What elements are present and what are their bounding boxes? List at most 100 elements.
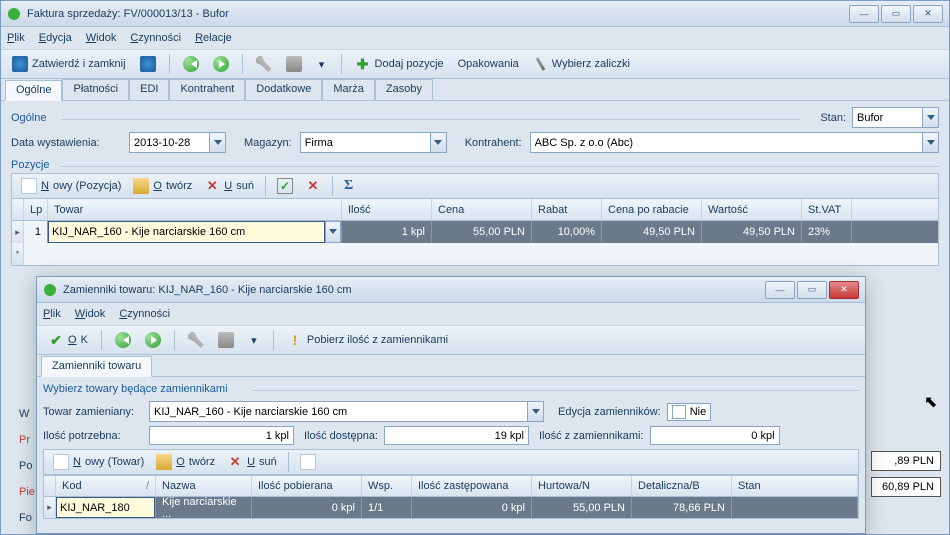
sub-minimize-button[interactable]: — <box>765 281 795 299</box>
warning-icon: ! <box>287 332 303 348</box>
menu-plik[interactable]: Plik <box>7 32 25 44</box>
zam-input[interactable] <box>650 426 780 445</box>
tools-button[interactable] <box>251 53 277 75</box>
col-wartosc[interactable]: Wartość <box>702 199 802 220</box>
new-position-button[interactable]: Nowy (Pozycja) <box>16 175 126 197</box>
save-button[interactable] <box>135 53 161 75</box>
menu-edycja[interactable]: Edycja <box>39 32 72 44</box>
advances-button[interactable]: Wybierz zaliczki <box>528 53 635 75</box>
tab-kontrahent[interactable]: Kontrahent <box>169 79 245 100</box>
sub-grid-row[interactable]: ▸ Kije narciarskie ... 0 kpl 1/1 0 kpl 5… <box>43 497 859 519</box>
date-button[interactable] <box>209 132 226 153</box>
sub-window: Zamienniki towaru: KIJ_NAR_160 - Kije na… <box>36 276 866 534</box>
tab-zasoby[interactable]: Zasoby <box>375 79 433 100</box>
col-rabat[interactable]: Rabat <box>532 199 602 220</box>
kod-cell-input[interactable] <box>56 497 155 518</box>
sub-delete-button[interactable]: ✕Usuń <box>222 451 282 473</box>
open-position-button[interactable]: Otwórz <box>128 175 197 197</box>
main-toolbar: Zatwierdź i zamknij ▾ ✚Dodaj pozycje Opa… <box>1 49 949 79</box>
wand-icon <box>535 57 545 71</box>
col-kod[interactable]: Kod/ <box>56 476 156 496</box>
col-stan[interactable]: Stan <box>732 476 858 496</box>
sum-button[interactable]: Σ <box>339 175 365 197</box>
kontrahent-label: Kontrahent: <box>465 137 522 149</box>
towar-cell-input[interactable] <box>48 221 325 243</box>
tab-platnosci[interactable]: Płatności <box>62 79 129 100</box>
add-position-button[interactable]: ✚Dodaj pozycje <box>350 53 449 75</box>
kontrahent-button[interactable] <box>922 132 939 153</box>
sub-section: Wybierz towary będące zamiennikami <box>43 381 859 397</box>
col-wsp[interactable]: Wsp. <box>362 476 412 496</box>
check-icon: ✓ <box>277 178 293 194</box>
col-towar[interactable]: Towar <box>48 199 342 220</box>
sub-new-button[interactable]: Nowy (Towar) <box>48 451 149 473</box>
forward-button[interactable] <box>208 53 234 75</box>
sub-menu-plik[interactable]: Plik <box>43 308 61 320</box>
towar-cell-button[interactable] <box>325 221 341 243</box>
sub-back-button[interactable] <box>110 329 136 351</box>
stan-combo-button[interactable] <box>922 107 939 128</box>
tab-dodatkowe[interactable]: Dodatkowe <box>245 79 322 100</box>
sub-open-button[interactable]: Otwórz <box>151 451 220 473</box>
col-ilosc[interactable]: Ilość <box>342 199 432 220</box>
sub-forward-button[interactable] <box>140 329 166 351</box>
sub-close-button[interactable]: ✕ <box>829 281 859 299</box>
col-nazwa[interactable]: Nazwa <box>156 476 252 496</box>
col-cena[interactable]: Cena <box>432 199 532 220</box>
sigma-icon: Σ <box>344 178 360 194</box>
main-panel: Ogólne Stan: Data wystawienia: Magazyn: … <box>1 101 949 272</box>
sub-print-dropdown[interactable]: ▾ <box>243 329 265 351</box>
col-vat[interactable]: St.VAT <box>802 199 852 220</box>
towar-zam-combo[interactable] <box>149 401 527 422</box>
menu-relacje[interactable]: Relacje <box>195 32 232 44</box>
delete-position-button[interactable]: ✕Usuń <box>199 175 259 197</box>
sub-menu-czynnosci[interactable]: Czynności <box>119 308 170 320</box>
side-labels: W Pr Po Pie Fo <box>19 401 35 531</box>
ok-button[interactable]: ✔OK <box>43 329 93 351</box>
position-row[interactable]: ▸ 1 1 kpl 55,00 PLN 10,00% 49,50 PLN 49,… <box>12 221 938 243</box>
col-ilosc-zast[interactable]: Ilość zastępowana <box>412 476 532 496</box>
close-button[interactable]: ✕ <box>913 5 943 23</box>
magazyn-label: Magazyn: <box>244 137 292 149</box>
sub-window-title: Zamienniki towaru: KIJ_NAR_160 - Kije na… <box>63 284 765 296</box>
menu-czynnosci[interactable]: Czynności <box>130 32 181 44</box>
check-button[interactable]: ✓ <box>272 175 298 197</box>
dost-input[interactable] <box>384 426 529 445</box>
save-close-button[interactable]: Zatwierdź i zamknij <box>7 53 131 75</box>
col-lp[interactable]: Lp <box>24 199 48 220</box>
maximize-button[interactable]: ▭ <box>881 5 911 23</box>
new-row-placeholder[interactable]: * <box>12 243 938 265</box>
uncheck-button[interactable]: ✕ <box>300 175 326 197</box>
towar-zam-button[interactable] <box>527 401 544 422</box>
potrz-input[interactable] <box>149 426 294 445</box>
col-detal[interactable]: Detaliczna/B <box>632 476 732 496</box>
kontrahent-combo[interactable] <box>530 132 922 153</box>
minimize-button[interactable]: — <box>849 5 879 23</box>
new-icon <box>21 178 37 194</box>
print-icon <box>286 56 302 72</box>
col-cenapo[interactable]: Cena po rabacie <box>602 199 702 220</box>
sub-tools-button[interactable] <box>183 329 209 351</box>
tab-zamienniki[interactable]: Zamienniki towaru <box>41 356 152 377</box>
date-input[interactable] <box>129 132 209 153</box>
col-hurt[interactable]: Hurtowa/N <box>532 476 632 496</box>
magazyn-button[interactable] <box>430 132 447 153</box>
sub-menu-widok[interactable]: Widok <box>75 308 106 320</box>
col-ilosc-pob[interactable]: Ilość pobierana <box>252 476 362 496</box>
packaging-button[interactable]: Opakowania <box>453 53 524 75</box>
pobierz-button[interactable]: !Pobierz ilość z zamiennikami <box>282 329 453 351</box>
tab-marza[interactable]: Marża <box>322 79 375 100</box>
print-button[interactable] <box>281 53 307 75</box>
menu-widok[interactable]: Widok <box>86 32 117 44</box>
new-icon <box>53 454 69 470</box>
sub-maximize-button[interactable]: ▭ <box>797 281 827 299</box>
sub-print-button[interactable] <box>213 329 239 351</box>
magazyn-combo[interactable] <box>300 132 430 153</box>
sub-extra-button[interactable] <box>295 451 321 473</box>
tab-ogolne[interactable]: Ogólne <box>5 80 62 101</box>
print-dropdown[interactable]: ▾ <box>311 53 333 75</box>
edycja-checkbox[interactable]: Nie <box>667 403 712 421</box>
back-button[interactable] <box>178 53 204 75</box>
tab-edi[interactable]: EDI <box>129 79 169 100</box>
stan-combo[interactable] <box>852 107 922 128</box>
